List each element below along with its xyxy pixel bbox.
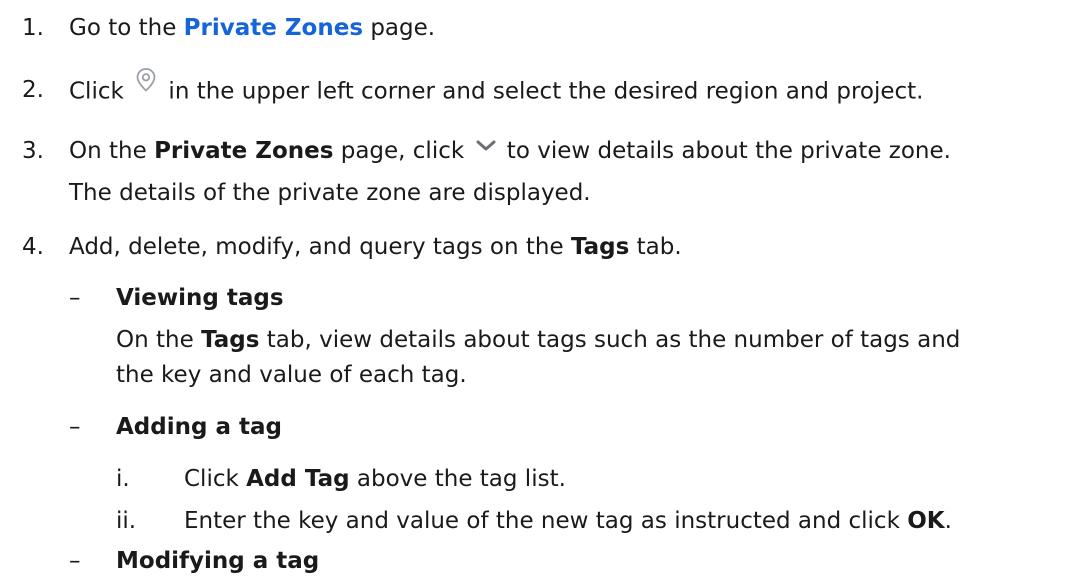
substep-title: Modifying a tag xyxy=(116,548,320,574)
roman-step-post: . xyxy=(944,508,952,534)
step-text-mid: page, click xyxy=(333,138,472,164)
step-text-post: tab. xyxy=(629,234,682,260)
step-text: On the Private Zones page, click to view… xyxy=(69,136,951,167)
step-number: 2. xyxy=(22,77,44,103)
private-zones-term: Private Zones xyxy=(154,138,334,164)
step-text-pre: Click xyxy=(69,78,132,105)
chevron-down-icon xyxy=(475,131,497,161)
location-pin-icon xyxy=(133,67,159,101)
step-text-post: to view details about the private zone. xyxy=(499,138,951,164)
step-number: 4. xyxy=(22,234,44,260)
step-text: Go to the Private Zones page. xyxy=(69,13,435,43)
bullet-dash: – xyxy=(69,285,81,311)
roman-step-pre: Click xyxy=(184,466,247,492)
substep-text-pre: On the xyxy=(116,327,202,353)
private-zones-link[interactable]: Private Zones xyxy=(184,15,363,41)
roman-step-pre: Enter the key and value of the new tag a… xyxy=(184,508,908,534)
step-text-pre: Go to the xyxy=(69,15,184,41)
step-text-post: in the upper left corner and select the … xyxy=(161,78,924,105)
step-text-pre: Add, delete, modify, and query tags on t… xyxy=(69,234,571,260)
substep-text-line-2: the key and value of each tag. xyxy=(116,362,467,388)
bullet-dash: – xyxy=(69,414,81,440)
add-tag-term: Add Tag xyxy=(246,466,350,492)
tags-term: Tags xyxy=(201,327,260,353)
ok-term: OK xyxy=(907,508,945,534)
step-text-line-2: The details of the private zone are disp… xyxy=(69,180,591,206)
bullet-dash: – xyxy=(69,548,81,574)
substep-text: On the Tags tab, view details about tags… xyxy=(116,325,960,355)
roman-number: ii. xyxy=(116,508,137,534)
roman-step-text: Enter the key and value of the new tag a… xyxy=(184,506,952,536)
roman-number: i. xyxy=(116,466,130,492)
step-text-post: page. xyxy=(363,15,436,41)
step-text-pre: On the xyxy=(69,138,155,164)
roman-step-post: above the tag list. xyxy=(349,466,566,492)
step-number: 3. xyxy=(22,138,44,164)
step-number: 1. xyxy=(22,15,44,41)
substep-text-post: tab, view details about tags such as the… xyxy=(259,327,961,353)
tags-term: Tags xyxy=(570,234,630,260)
step-text: Click in the upper left corner and selec… xyxy=(69,68,924,109)
step-text: Add, delete, modify, and query tags on t… xyxy=(69,232,682,262)
substep-title: Adding a tag xyxy=(116,414,282,440)
roman-step-text: Click Add Tag above the tag list. xyxy=(184,464,566,494)
substep-title: Viewing tags xyxy=(116,285,284,311)
